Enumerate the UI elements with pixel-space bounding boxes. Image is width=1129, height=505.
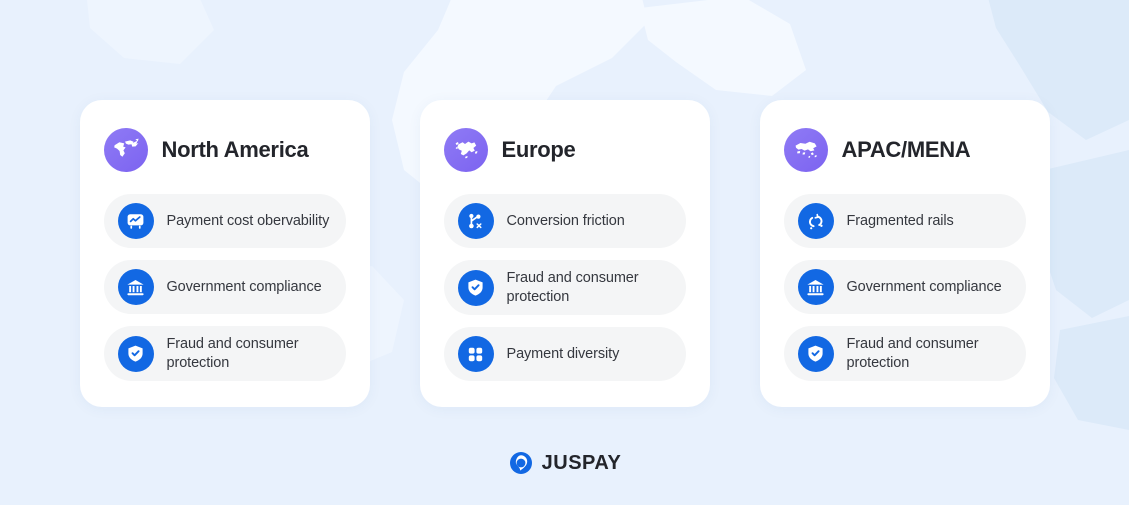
juspay-wordmark: JUSPAY — [541, 451, 622, 474]
list-item[interactable]: Payment cost obervability — [103, 194, 346, 248]
shield-check-icon — [457, 269, 494, 306]
region-card-north-america: North America Payment cost obervability — [79, 100, 370, 408]
apac-mena-map-icon — [783, 128, 828, 172]
bank-building-icon — [117, 269, 154, 305]
list-item-label: Government compliance — [846, 278, 1002, 295]
juspay-logo-icon — [509, 452, 532, 474]
card-title: APAC/MENA — [841, 136, 971, 162]
list-item-label: Fraud and consumer protection — [846, 336, 979, 371]
europe-map-icon — [443, 128, 488, 172]
card-title: North America — [161, 136, 309, 162]
issue-list: Conversion friction Fraud and consumer p… — [443, 194, 686, 382]
list-item[interactable]: Payment diversity — [443, 327, 686, 382]
region-cards-container: North America Payment cost obervability — [0, 100, 1129, 408]
card-title: Europe — [501, 136, 576, 162]
branching-flow-x-icon — [457, 203, 494, 239]
list-item-label: Payment diversity — [506, 345, 620, 362]
card-header: APAC/MENA — [783, 128, 1026, 172]
region-card-apac-mena: APAC/MENA Fragmented rails Government co… — [759, 100, 1050, 408]
list-item[interactable]: Government compliance — [783, 260, 1026, 314]
grid-four-squares-icon — [457, 336, 494, 373]
list-item[interactable]: Government compliance — [103, 260, 346, 314]
shield-check-icon — [117, 335, 154, 372]
north-america-map-icon — [103, 128, 148, 172]
list-item-label: Payment cost obervability — [166, 212, 330, 229]
list-item[interactable]: Conversion friction — [443, 194, 686, 248]
list-item-label: Fragmented rails — [846, 212, 954, 229]
card-header: Europe — [443, 128, 686, 172]
list-item-label: Government compliance — [166, 278, 322, 295]
broken-link-icon — [797, 203, 834, 239]
list-item[interactable]: Fraud and consumer protection — [783, 326, 1026, 382]
issue-list: Payment cost obervability Government com… — [103, 194, 346, 382]
region-card-europe: Europe Conversion friction Fraud and con… — [419, 100, 710, 408]
list-item[interactable]: Fragmented rails — [783, 194, 1026, 248]
list-item-label: Conversion friction — [506, 212, 625, 229]
list-item-label: Fraud and consumer protection — [506, 270, 639, 305]
analytics-board-icon — [117, 203, 154, 239]
list-item[interactable]: Fraud and consumer protection — [103, 326, 346, 382]
list-item[interactable]: Fraud and consumer protection — [443, 260, 686, 316]
bank-building-icon — [797, 269, 834, 305]
shield-check-icon — [797, 335, 834, 372]
issue-list: Fragmented rails Government compliance F… — [783, 194, 1026, 382]
card-header: North America — [103, 128, 346, 172]
list-item-label: Fraud and consumer protection — [166, 336, 299, 371]
juspay-brand: JUSPAY — [0, 450, 1129, 476]
